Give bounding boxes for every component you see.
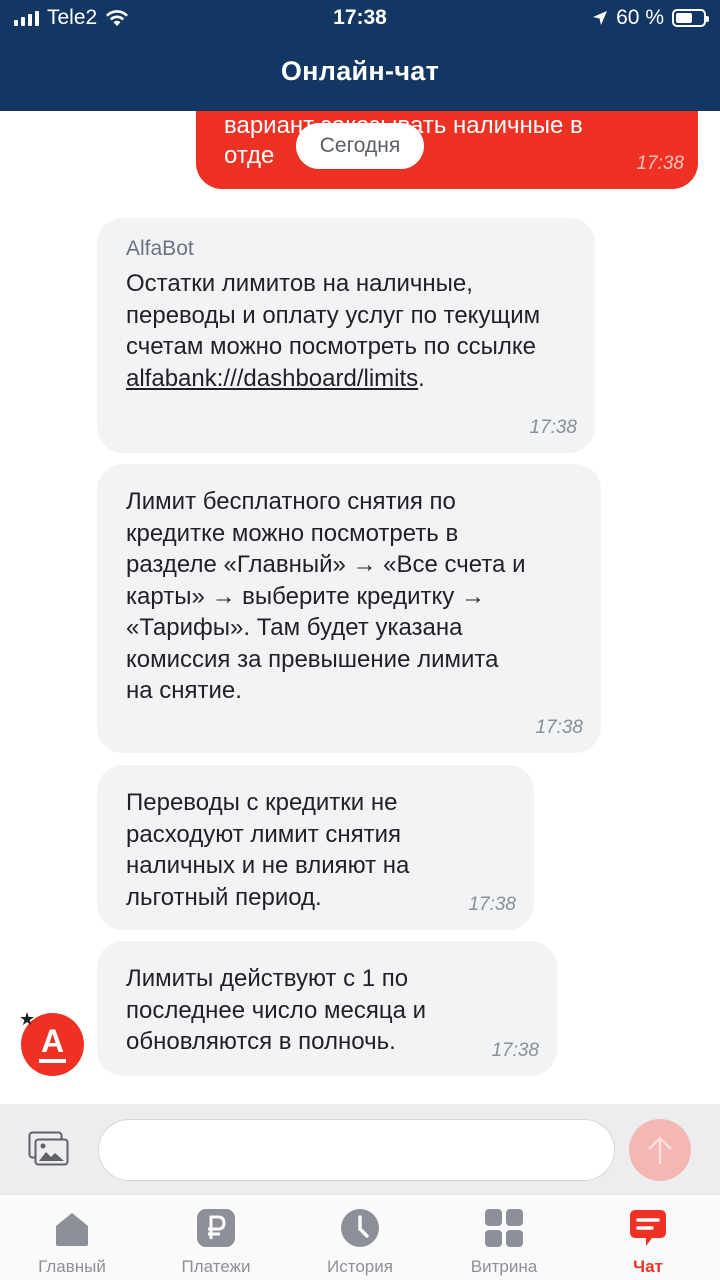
message-text: вариант заказывать наличные в отде	[224, 112, 583, 169]
tab-label: История	[327, 1257, 393, 1276]
message-time: 17:38	[468, 893, 516, 915]
tab-payments[interactable]: Платежи	[144, 1195, 288, 1280]
tab-label: Чат	[633, 1257, 663, 1276]
location-arrow-icon	[593, 11, 608, 25]
attach-image-icon[interactable]	[28, 1131, 70, 1167]
grid-icon	[485, 1209, 523, 1247]
bottom-tab-bar: Главный Платежи История Витрина Чат	[0, 1194, 720, 1280]
alfa-logo-letter: А	[40, 1023, 65, 1059]
tab-label: Платежи	[181, 1257, 251, 1276]
message-sender: AlfaBot	[126, 237, 194, 260]
chat-icon	[630, 1210, 666, 1246]
clock-icon	[341, 1209, 379, 1247]
arrow-up-icon	[648, 1136, 672, 1165]
bot-message-bubble: AlfaBot Остатки лимитов на наличные, пер…	[97, 218, 595, 453]
tab-label: Витрина	[470, 1257, 538, 1276]
tab-chat[interactable]: Чат	[576, 1195, 720, 1280]
star-badge-icon: ★	[19, 1009, 36, 1029]
chat-area[interactable]: вариант заказывать наличные в отде 17:38…	[0, 111, 720, 1104]
ruble-icon	[197, 1209, 235, 1247]
page-title: Онлайн-чат	[280, 56, 440, 86]
message-time: 17:38	[529, 416, 577, 438]
bot-message-bubble: Лимит бесплатного снятия по кредитке мож…	[97, 464, 601, 753]
message-text: Лимиты действуют с 1 по последнее число …	[126, 965, 426, 1055]
message-time: 17:38	[636, 153, 684, 174]
message-text: Переводы с кредитки не расходуют лимит с…	[126, 789, 410, 911]
message-text: Остатки лимитов на наличные, переводы и …	[126, 270, 541, 392]
message-input[interactable]	[98, 1119, 615, 1181]
send-button[interactable]	[629, 1119, 691, 1181]
battery-level	[676, 13, 692, 23]
bot-message-bubble: Лимиты действуют с 1 по последнее число …	[97, 941, 557, 1076]
status-bar: Tele2 17:38 60 %	[0, 0, 720, 38]
message-time: 17:38	[491, 1039, 539, 1061]
limits-link[interactable]: alfabank:///dashboard/limits	[126, 365, 418, 392]
message-composer	[0, 1104, 720, 1194]
battery-icon	[672, 9, 709, 27]
bot-message-bubble: Переводы с кредитки не расходуют лимит с…	[97, 765, 534, 930]
tab-showcase[interactable]: Витрина	[432, 1195, 576, 1280]
battery-percent: 60 %	[616, 6, 664, 29]
date-divider: Сегодня	[296, 123, 424, 169]
tab-history[interactable]: История	[288, 1195, 432, 1280]
home-icon	[56, 1213, 88, 1246]
tab-label: Главный	[38, 1257, 106, 1276]
tab-main[interactable]: Главный	[0, 1195, 144, 1280]
app-header: Tele2 17:38 60 % Онлайн-чат	[0, 0, 720, 111]
message-text: Лимит бесплатного снятия по кредитке мож…	[126, 488, 526, 704]
message-time: 17:38	[535, 716, 583, 738]
user-message-bubble: вариант заказывать наличные в отде 17:38	[196, 111, 698, 189]
